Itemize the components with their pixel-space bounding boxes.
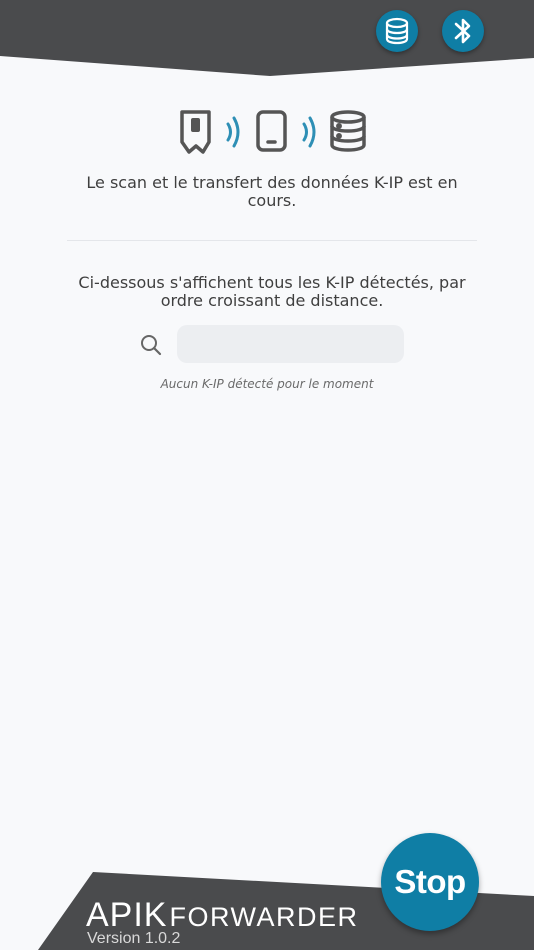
- divider: [67, 240, 477, 241]
- brand-sub: FORWARDER: [169, 902, 359, 932]
- scan-flow-illustration: [180, 110, 366, 154]
- empty-list-message: Aucun K-IP détecté pour le moment: [160, 377, 374, 391]
- scan-status-message: Le scan et le transfert des données K-IP…: [86, 173, 458, 210]
- app-logo: APIK FORWARDER: [86, 898, 358, 932]
- database-button[interactable]: [376, 10, 418, 52]
- signal-waves-icon: [226, 116, 240, 148]
- version-label: Version 1.0.2: [87, 930, 181, 947]
- detected-list-description: Ci-dessous s'affichent tous les K-IP dét…: [78, 273, 466, 310]
- search-input[interactable]: [177, 325, 404, 363]
- brand-main: APIK: [86, 896, 168, 934]
- database-icon: [385, 17, 409, 45]
- phone-icon: [256, 110, 287, 152]
- search-icon: [141, 335, 162, 356]
- signal-waves-icon: [302, 116, 316, 148]
- tag-device-icon: [180, 110, 211, 154]
- bluetooth-button[interactable]: [442, 10, 484, 52]
- database-icon: [330, 110, 366, 152]
- stop-button[interactable]: Stop: [381, 833, 479, 931]
- bluetooth-icon: [454, 18, 471, 44]
